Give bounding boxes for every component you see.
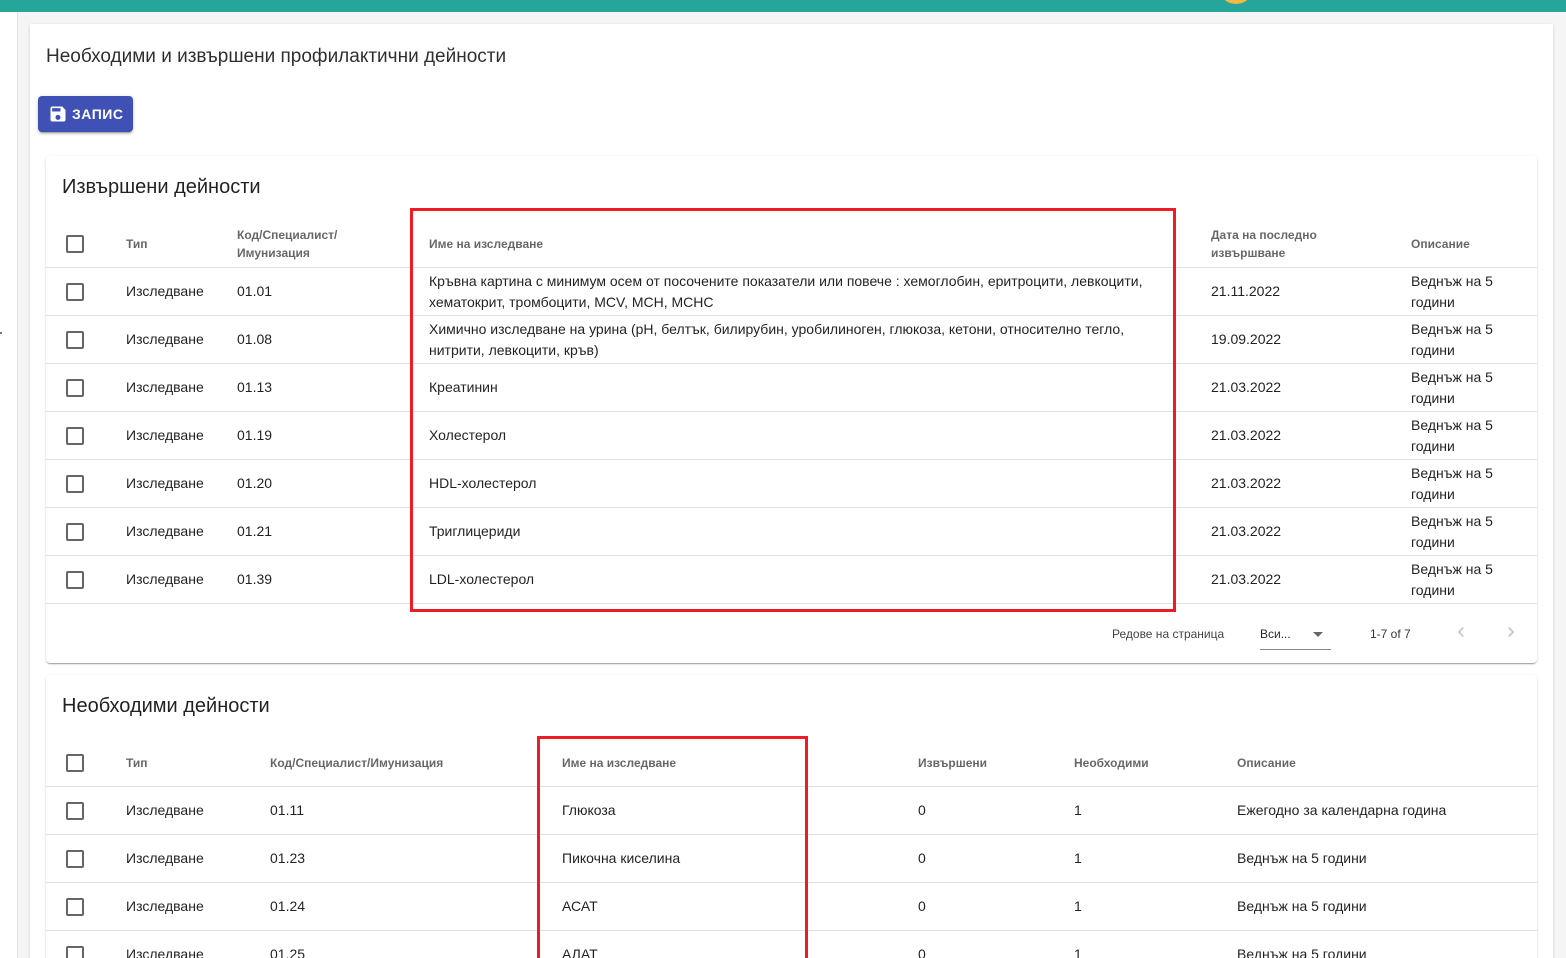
cell-code: 01.01 [237, 283, 273, 299]
rows-per-page-label: Редове на страница [1112, 627, 1225, 641]
rows-per-page-value: Вси... [1260, 627, 1291, 641]
cell-code: 01.24 [270, 898, 306, 914]
cell-type: Изследване [126, 523, 204, 539]
header-code: Код/Специалист/ Имунизация [237, 228, 338, 260]
cell-date: 21.03.2022 [1211, 427, 1282, 443]
row-checkbox[interactable] [66, 802, 84, 820]
cell-type: Изследване [126, 850, 204, 866]
header-description: Описание [1237, 756, 1296, 770]
chevron-left-icon [1457, 627, 1464, 637]
cell-description: Веднъж на 5 години [1237, 946, 1367, 958]
cell-date: 21.03.2022 [1211, 475, 1282, 491]
highlight-box-required-names [537, 736, 808, 958]
rows-per-page-select[interactable]: Вси... [1260, 618, 1331, 650]
save-icon [50, 106, 66, 122]
rail-marker [0, 332, 2, 334]
row-checkbox[interactable] [66, 898, 84, 916]
highlight-box-performed-names [410, 208, 1176, 612]
cell-type: Изследване [126, 283, 204, 299]
cell-required: 1 [1074, 850, 1082, 866]
cell-code: 01.20 [237, 475, 273, 491]
cell-required: 1 [1074, 946, 1082, 958]
row-checkbox[interactable] [66, 475, 84, 493]
cell-performed: 0 [918, 898, 926, 914]
cell-code: 01.23 [270, 850, 306, 866]
cell-type: Изследване [126, 379, 204, 395]
cell-required: 1 [1074, 898, 1082, 914]
cell-description: Веднъж на 5 години [1411, 513, 1493, 550]
cell-type: Изследване [126, 898, 204, 914]
page-title: Необходими и извършени профилактични дей… [46, 46, 507, 67]
cell-description: Веднъж на 5 години [1411, 465, 1493, 502]
row-checkbox[interactable] [66, 427, 84, 445]
row-checkbox[interactable] [66, 523, 84, 541]
row-checkbox[interactable] [66, 946, 84, 958]
cell-code: 01.19 [237, 427, 273, 443]
save-button[interactable]: ЗАПИС [38, 96, 133, 132]
cell-code: 01.39 [237, 571, 273, 587]
header-type: Тип [126, 237, 148, 251]
user-avatar[interactable] [1218, 0, 1254, 4]
cell-performed: 0 [918, 802, 926, 818]
prev-page-button[interactable] [1449, 620, 1473, 644]
header-type: Тип [126, 756, 148, 770]
next-page-button[interactable] [1499, 620, 1523, 644]
header-required: Необходими [1074, 756, 1149, 770]
header-last-date: Дата на последно извършване [1211, 228, 1317, 260]
dropdown-arrow-icon [1313, 632, 1323, 637]
cell-date: 21.03.2022 [1211, 571, 1282, 587]
header-description: Описание [1411, 237, 1470, 251]
cell-code: 01.13 [237, 379, 273, 395]
cell-description: Веднъж на 5 години [1411, 321, 1493, 358]
cell-code: 01.11 [270, 802, 304, 818]
cell-description: Веднъж на 5 години [1237, 898, 1367, 914]
row-checkbox[interactable] [66, 571, 84, 589]
chevron-right-icon [1508, 627, 1515, 637]
cell-type: Изследване [126, 802, 204, 818]
cell-description: Веднъж на 5 години [1411, 273, 1493, 310]
cell-date: 21.03.2022 [1211, 523, 1282, 539]
performed-activities-title: Извършени дейности [62, 176, 261, 198]
cell-type: Изследване [126, 331, 204, 347]
cell-code: 01.25 [270, 946, 306, 958]
row-checkbox[interactable] [66, 379, 84, 397]
cell-description: Ежегодно за календарна година [1237, 802, 1447, 818]
top-app-bar [0, 0, 1566, 12]
cell-description: Веднъж на 5 години [1411, 369, 1493, 406]
select-all-checkbox[interactable] [66, 235, 84, 253]
cell-performed: 0 [918, 850, 926, 866]
required-activities-title: Необходими дейности [62, 695, 270, 717]
table-pagination: Редове на страница Вси... 1-7 of 7 [46, 606, 1537, 663]
row-checkbox[interactable] [66, 283, 84, 301]
side-rail [0, 12, 18, 958]
cell-description: Веднъж на 5 години [1411, 561, 1493, 598]
cell-type: Изследване [126, 427, 204, 443]
save-button-label: ЗАПИС [72, 106, 124, 122]
cell-type: Изследване [126, 571, 204, 587]
header-code: Код/Специалист/Имунизация [270, 756, 444, 770]
cell-description: Веднъж на 5 години [1411, 417, 1493, 454]
cell-type: Изследване [126, 475, 204, 491]
header-performed: Извършени [918, 756, 988, 770]
cell-code: 01.21 [237, 523, 273, 539]
cell-type: Изследване [126, 946, 204, 958]
cell-date: 21.11.2022 [1211, 283, 1281, 299]
row-checkbox[interactable] [66, 331, 84, 349]
cell-required: 1 [1074, 802, 1082, 818]
select-all-checkbox[interactable] [66, 754, 84, 772]
cell-performed: 0 [918, 946, 926, 958]
row-checkbox[interactable] [66, 850, 84, 868]
cell-date: 19.09.2022 [1211, 331, 1282, 347]
cell-code: 01.08 [237, 331, 273, 347]
pagination-range: 1-7 of 7 [1370, 627, 1411, 641]
cell-description: Веднъж на 5 години [1237, 850, 1367, 866]
cell-date: 21.03.2022 [1211, 379, 1282, 395]
